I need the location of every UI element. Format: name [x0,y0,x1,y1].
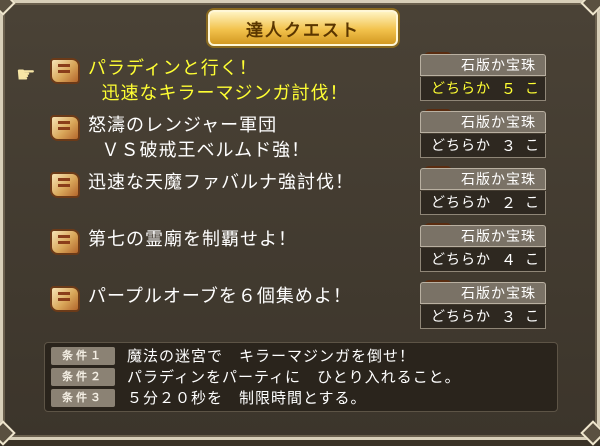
reward-amount: どちらか ３ こ [420,134,546,158]
condition-row: 条件３ ５分２０秒を 制限時間とする。 [51,388,551,409]
condition-label: 条件１ [51,347,115,365]
quest-row[interactable]: 第七の霊廟を制覇せよ！ 石版か宝珠 どちらか ４ こ [44,223,554,280]
reward-type: 石版か宝珠 [420,168,546,190]
reward-type: 石版か宝珠 [420,282,546,304]
reward-type: 石版か宝珠 [420,111,546,133]
reward-count: ２ [501,194,518,212]
reward-amount: どちらか ２ こ [420,191,546,215]
reward-prefix: どちらか [431,138,491,154]
reward-count: ４ [501,251,518,269]
quest-title: 怒濤のレンジャー軍団 ＶＳ破戒王ベルムド強！ [88,115,311,161]
condition-row: 条件１ 魔法の迷宮で キラーマジンガを倒せ！ [51,346,551,367]
scroll-icon [50,58,80,84]
reward-count: ５ [501,80,518,98]
conditions-panel: 条件１ 魔法の迷宮で キラーマジンガを倒せ！ 条件２ パラディンをパーティに ひ… [44,342,558,412]
quest-title: 迅速な天魔ファバルナ強討伐！ [88,172,354,193]
scroll-icon [50,286,80,312]
scroll-icon [50,172,80,198]
reward-prefix: どちらか [431,81,491,97]
reward-prefix: どちらか [431,252,491,268]
window-title: 達人クエスト [208,10,398,46]
reward-count: ３ [501,137,518,155]
reward-box: 石版か宝珠 どちらか ２ こ [420,166,546,216]
quest-row[interactable]: パープルオーブを６個集めよ！ 石版か宝珠 どちらか ３ こ [44,280,554,337]
reward-box: 石版か宝珠 どちらか ３ こ [420,109,546,159]
reward-amount: どちらか ３ こ [420,305,546,329]
reward-unit: こ [525,252,540,268]
quest-row[interactable]: パラディンと行く！ 迅速なキラーマジンガ討伐！ 石版か宝珠 どちらか ５ こ [44,52,554,109]
condition-text: パラディンをパーティに ひとり入れること。 [127,368,461,386]
quest-row[interactable]: 怒濤のレンジャー軍団 ＶＳ破戒王ベルムド強！ 石版か宝珠 どちらか ３ こ [44,109,554,166]
reward-count: ３ [501,308,518,326]
reward-box: 石版か宝珠 どちらか ４ こ [420,223,546,273]
reward-amount: どちらか ５ こ [420,77,546,101]
reward-unit: こ [525,309,540,325]
scroll-icon [50,229,80,255]
reward-box: 石版か宝珠 どちらか ５ こ [420,52,546,102]
reward-box: 石版か宝珠 どちらか ３ こ [420,280,546,330]
reward-unit: こ [525,138,540,154]
condition-text: ５分２０秒を 制限時間とする。 [127,389,367,407]
reward-unit: こ [525,81,540,97]
reward-type: 石版か宝珠 [420,225,546,247]
reward-prefix: どちらか [431,309,491,325]
reward-amount: どちらか ４ こ [420,248,546,272]
reward-prefix: どちらか [431,195,491,211]
quest-title: パープルオーブを６個集めよ！ [88,286,352,307]
scroll-icon [50,115,80,141]
condition-row: 条件２ パラディンをパーティに ひとり入れること。 [51,367,551,388]
pointer-hand-icon: ☛ [16,63,36,88]
quest-row[interactable]: 迅速な天魔ファバルナ強討伐！ 石版か宝珠 どちらか ２ こ [44,166,554,223]
condition-label: 条件３ [51,389,115,407]
reward-unit: こ [525,195,540,211]
quest-title: パラディンと行く！ 迅速なキラーマジンガ討伐！ [88,58,349,104]
condition-text: 魔法の迷宮で キラーマジンガを倒せ！ [127,347,416,365]
quest-list: パラディンと行く！ 迅速なキラーマジンガ討伐！ 石版か宝珠 どちらか ５ こ 怒濤の… [44,52,554,337]
quest-title: 第七の霊廟を制覇せよ！ [88,229,297,250]
reward-type: 石版か宝珠 [420,54,546,76]
condition-label: 条件２ [51,368,115,386]
